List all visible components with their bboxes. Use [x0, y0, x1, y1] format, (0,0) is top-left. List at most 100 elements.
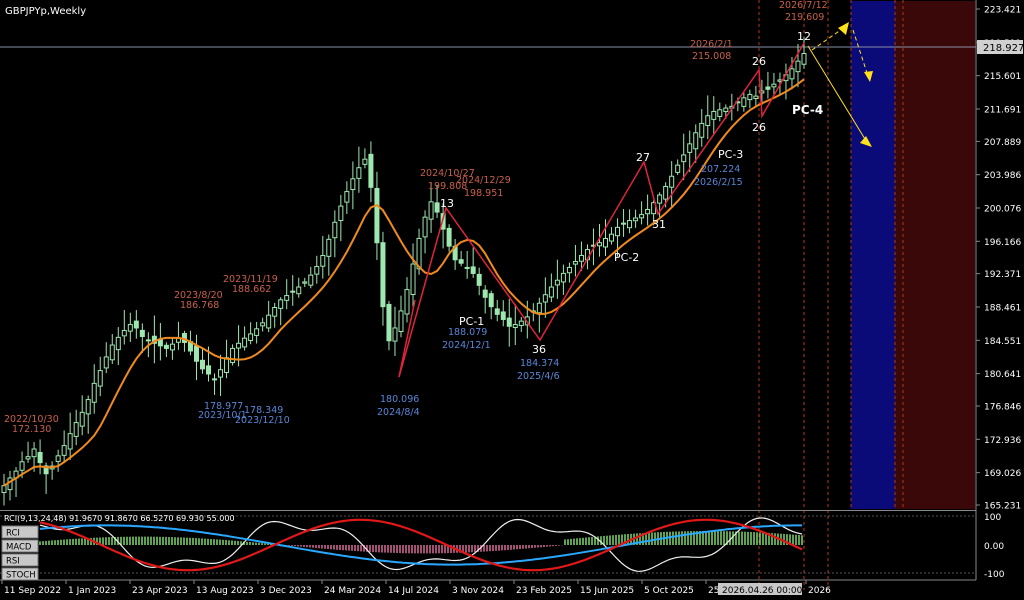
price-tick-label: 165.231	[984, 502, 1021, 512]
annotation-a3_val: 188.662	[232, 284, 271, 295]
price-tick-label: 223.421	[984, 6, 1021, 16]
candle-body	[476, 273, 482, 286]
time-tick-label: 1 Jan 2023	[68, 586, 116, 596]
current-price-label: 218.927	[983, 43, 1024, 54]
wave-label-pc3: PC-3	[718, 148, 743, 161]
osc-tab-label: RCI	[6, 529, 20, 539]
wave-label-w31: 31	[652, 218, 666, 231]
candle-body	[693, 132, 699, 150]
candle-body	[31, 448, 37, 458]
time-tick-label: 3 Nov 2024	[452, 586, 504, 596]
wave-label-w26a: 26	[752, 55, 766, 68]
price-tick-label: 169.026	[984, 469, 1021, 479]
candle-body	[362, 158, 368, 165]
candle-body	[91, 382, 97, 403]
candle-body	[458, 259, 464, 264]
candle-body	[61, 445, 67, 456]
candle-body	[145, 339, 151, 342]
osc-tab-label: RSI	[6, 557, 20, 567]
candle-body	[801, 53, 807, 65]
candle-body	[163, 344, 169, 349]
candle-body	[741, 97, 747, 107]
candle-body	[482, 289, 488, 298]
wave-label-pc4: PC-4	[792, 103, 823, 117]
candle-body	[723, 107, 729, 113]
wave-label-w27: 27	[636, 151, 650, 164]
annotation-a6_val: 180.096	[380, 394, 419, 405]
candle-body	[422, 216, 428, 238]
candle-body	[218, 369, 224, 378]
time-tick-label: 5 Oct 2025	[644, 586, 694, 596]
candle-body	[548, 286, 554, 298]
annotation-a10_val: 184.374	[520, 358, 559, 369]
candle-body	[380, 242, 386, 308]
candle-body	[157, 339, 163, 347]
osc-axis-label: -100	[984, 570, 1005, 580]
candle-body	[560, 272, 566, 283]
candle-body	[536, 302, 542, 314]
annotation-a9_val: 188.079	[448, 327, 487, 338]
crosshair-time-label: 2026.04.26 00:00	[722, 586, 803, 596]
candle-body	[278, 299, 284, 309]
candle-body	[753, 95, 759, 99]
price-tick-label: 192.371	[984, 270, 1021, 280]
price-tick-label: 203.986	[984, 171, 1021, 181]
candle-body	[578, 255, 584, 262]
price-tick-label: 211.691	[984, 105, 1021, 115]
candle-body	[657, 194, 663, 204]
candle-body	[428, 201, 434, 220]
candle-body	[290, 290, 296, 293]
candle-body	[242, 337, 248, 348]
candle-body	[73, 422, 79, 437]
wave-label-w26b: 26	[752, 121, 766, 134]
candle-body	[139, 329, 145, 337]
candle-body	[795, 60, 801, 73]
annotation-a11_date: 2026/2/15	[694, 177, 743, 188]
candle-body	[398, 310, 404, 333]
future-zone-blue	[851, 1, 895, 509]
candle-body	[621, 222, 627, 225]
wave-label-w12: 12	[797, 30, 811, 43]
candle-body	[67, 433, 73, 450]
candle-body	[488, 293, 494, 308]
time-axis: 11 Sep 2022 1 Jan 2023 23 Apr 2023 13 Aug 2…	[0, 579, 976, 596]
candle-body	[308, 274, 314, 286]
candle-body	[596, 242, 602, 247]
candle-body	[272, 307, 278, 317]
candle-body	[55, 455, 61, 462]
candle-body	[199, 359, 205, 370]
time-tick-label: 15 Jun 2025	[580, 586, 634, 596]
candle-body	[446, 227, 452, 247]
candle-body	[681, 154, 687, 163]
candle-body	[609, 233, 615, 242]
price-tick-label: 172.936	[984, 436, 1021, 446]
price-tick-label: 200.076	[984, 204, 1021, 214]
candle-body	[554, 279, 560, 286]
candle-body	[518, 320, 524, 326]
candle-body	[572, 260, 578, 265]
candle-body	[675, 164, 681, 173]
candle-body	[133, 320, 139, 329]
candle-body	[193, 345, 199, 362]
candle-body	[79, 411, 85, 427]
main-pane	[0, 0, 976, 510]
candle-body	[434, 202, 440, 213]
time-tick-label: 13 Aug 2023	[196, 586, 254, 596]
annotation-a9_date: 2024/12/1	[442, 340, 491, 351]
osc-tab-label: STOCH	[6, 571, 36, 581]
osc-axis-label: 0.00	[984, 542, 1004, 552]
annotation-a11_val: 207.224	[701, 164, 740, 175]
price-tick-label: 196.166	[984, 238, 1021, 248]
time-tick-label: 23 Apr 2023	[132, 586, 188, 596]
annotation-a1_val: 172.130	[12, 424, 51, 435]
candle-body	[169, 343, 175, 351]
time-tick-label: 24 Mar 2024	[324, 586, 381, 596]
candle-body	[19, 461, 25, 471]
candle-body	[260, 322, 266, 327]
osc-tab-label: MACD	[6, 543, 32, 553]
time-tick-label: 14 Jul 2024	[388, 586, 439, 596]
candle-body	[404, 289, 410, 315]
candle-body	[711, 110, 717, 120]
time-tick-label: 2026	[808, 586, 831, 596]
candle-body	[350, 178, 356, 191]
